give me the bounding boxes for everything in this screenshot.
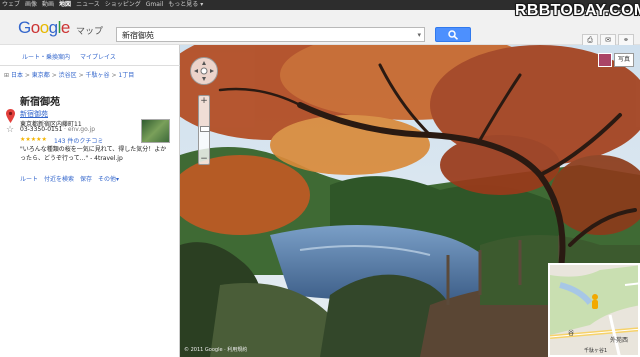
top-nav-item[interactable]: もっと見る ▾ bbox=[168, 1, 203, 9]
star-icon[interactable]: ☆ bbox=[6, 125, 14, 135]
zoom-slider[interactable]: + − bbox=[198, 95, 210, 165]
save-link[interactable]: 保存 bbox=[80, 174, 92, 183]
mini-map[interactable]: 谷 外苑西 千駄ヶ谷1 bbox=[548, 263, 640, 357]
top-nav-links: ウェブ 画像 動画 地図 ニュース ショッピング Gmail もっと見る ▾ bbox=[2, 1, 203, 9]
search-nearby-link[interactable]: 付近を検索 bbox=[44, 174, 74, 183]
directions-link[interactable]: ルート bbox=[20, 174, 38, 183]
top-nav-item[interactable]: ショッピング bbox=[105, 1, 141, 9]
breadcrumb-item[interactable]: 渋谷区 bbox=[59, 72, 77, 79]
google-logo[interactable]: Google bbox=[18, 18, 70, 38]
tab-my-places[interactable]: マイプレイス bbox=[80, 52, 116, 61]
page-title: 新宿御苑 bbox=[20, 97, 60, 108]
search-input[interactable]: 新宿御苑 ▾ bbox=[116, 27, 425, 42]
result-phone: 03-3350-0151 bbox=[20, 126, 63, 133]
rating-stars: ★★★★★ bbox=[20, 136, 47, 143]
result-name-link[interactable]: 新宿御苑 bbox=[20, 109, 48, 119]
zoom-in-button[interactable]: + bbox=[199, 96, 209, 106]
breadcrumb-item[interactable]: 日本 bbox=[11, 72, 23, 79]
search-input-value: 新宿御苑 bbox=[122, 31, 154, 40]
navigation-compass[interactable] bbox=[190, 57, 218, 85]
breadcrumb-item[interactable]: 1丁目 bbox=[118, 72, 134, 79]
mini-map-label: 千駄ヶ谷1 bbox=[584, 348, 608, 354]
map-pin-icon[interactable] bbox=[6, 109, 15, 123]
compass-icon bbox=[194, 61, 214, 81]
top-nav-item[interactable]: Gmail bbox=[146, 1, 164, 9]
maps-product-label: マップ bbox=[76, 27, 104, 37]
review-snippet: "いろんな種類の桜を一気に見れて、得した気分！よかったら、どうぞ行って..." … bbox=[20, 146, 167, 162]
watermark: RBBTODAY.COM bbox=[515, 2, 640, 19]
tab-directions[interactable]: ルート・乗換案内 bbox=[22, 52, 70, 61]
photo-thumbnail[interactable] bbox=[598, 53, 612, 67]
reviews-link[interactable]: 143 件のクチコミ bbox=[54, 136, 103, 145]
map-credit: © 2011 Google · 利用規約 bbox=[184, 347, 248, 353]
breadcrumb-item[interactable]: 千駄ヶ谷 bbox=[86, 72, 110, 79]
search-icon bbox=[448, 30, 459, 40]
left-panel: ルート・乗換案内 マイプレイス ⊞ 日本 > 東京都 > 渋谷区 > 千駄ヶ谷 … bbox=[0, 45, 180, 357]
top-nav-item[interactable]: 動画 bbox=[42, 1, 54, 9]
result-site[interactable]: · env.go.jp bbox=[64, 126, 95, 133]
mini-map-label: 谷 bbox=[568, 330, 575, 337]
search-button[interactable] bbox=[435, 27, 471, 42]
place-thumbnail[interactable] bbox=[141, 119, 170, 143]
top-nav-item[interactable]: 地図 bbox=[59, 1, 71, 9]
top-nav-item[interactable]: 画像 bbox=[25, 1, 37, 9]
photos-button-label: 写真 bbox=[617, 56, 630, 63]
zoom-handle[interactable] bbox=[200, 126, 210, 132]
top-nav-item[interactable]: ニュース bbox=[76, 1, 100, 9]
breadcrumb: ⊞ 日本 > 東京都 > 渋谷区 > 千駄ヶ谷 > 1丁目 bbox=[4, 72, 135, 79]
panel-tabs: ルート・乗換案内 マイプレイス bbox=[0, 45, 180, 66]
top-nav-item[interactable]: ウェブ bbox=[2, 1, 20, 9]
pegman-icon bbox=[592, 294, 598, 309]
mini-map-label: 外苑西 bbox=[610, 337, 629, 344]
breadcrumb-item[interactable]: 東京都 bbox=[32, 72, 50, 79]
result-actions: ルート 付近を検索 保存 その他▾ bbox=[20, 174, 119, 183]
chevron-down-icon[interactable]: ▾ bbox=[417, 31, 421, 39]
photos-button[interactable]: 写真 bbox=[613, 53, 634, 67]
more-link[interactable]: その他▾ bbox=[98, 174, 119, 183]
zoom-out-button[interactable]: − bbox=[199, 154, 209, 164]
